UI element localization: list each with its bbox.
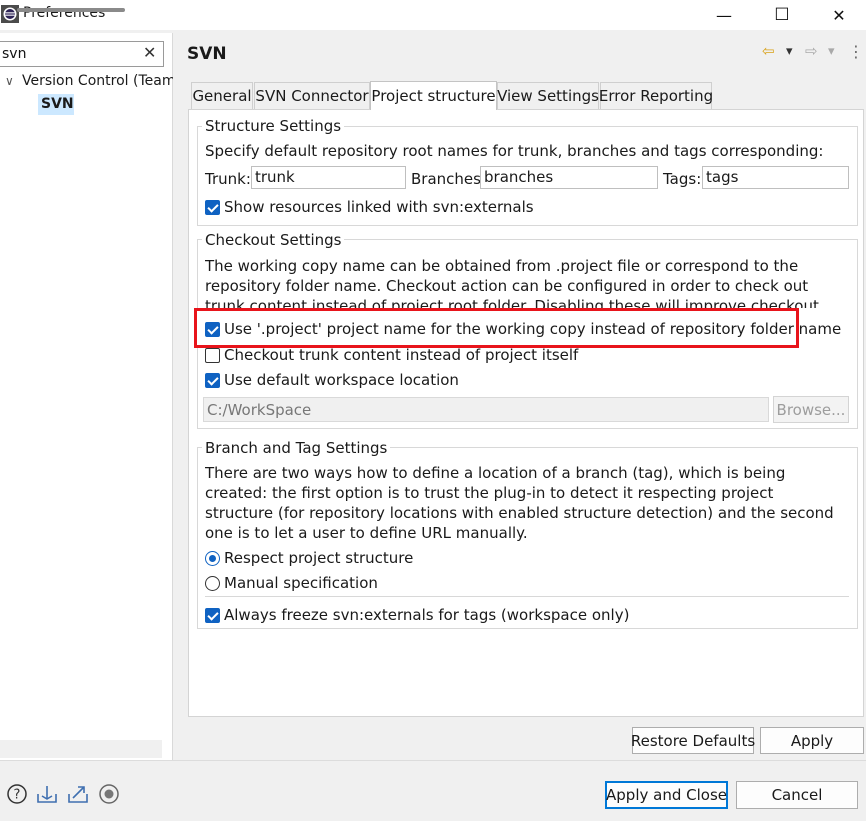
tab-general[interactable]: General [191,82,253,109]
trunk-label: Trunk: [205,170,251,188]
tab-error-reporting[interactable]: Error Reporting [599,82,713,109]
tab-svn-connector[interactable]: SVN Connector [254,82,370,109]
svg-text:?: ? [14,788,21,803]
left-horizontal-scrollbar[interactable] [0,740,162,758]
clear-filter-icon[interactable]: ✕ [143,43,156,62]
freeze-externals-label: Always freeze svn:externals for tags (wo… [224,606,630,624]
cancel-button[interactable]: Cancel [736,781,858,809]
tree-item-svn[interactable]: SVN [38,94,74,115]
back-arrow-icon[interactable]: ⇦ [762,42,775,60]
maximize-button[interactable]: ☐ [753,0,811,30]
checkout-trunk-checkbox[interactable] [205,348,220,363]
left-scrollbar-thumb[interactable] [17,8,125,12]
tags-input[interactable]: tags [702,166,849,189]
structure-description: Specify default repository root names fo… [205,142,824,160]
branch-tag-settings-title: Branch and Tag Settings [202,439,391,457]
restore-defaults-button[interactable]: Restore Defaults [631,727,755,754]
browse-button[interactable]: Browse... [773,396,849,423]
freeze-externals-checkbox[interactable] [205,608,220,623]
tree-expand-icon[interactable]: ∨ [5,74,14,88]
bottom-separator [0,760,866,761]
branches-label: Branches: [411,170,487,188]
filter-input[interactable] [0,43,138,65]
trunk-input[interactable]: trunk [251,166,406,189]
back-dropdown-icon[interactable]: ▾ [786,44,793,59]
apply-and-close-button[interactable]: Apply and Close [605,781,728,809]
forward-arrow-icon[interactable]: ⇨ [805,42,818,60]
tags-label: Tags: [663,170,702,188]
branches-input[interactable]: branches [480,166,658,189]
import-icon[interactable] [36,783,58,805]
view-menu-icon[interactable]: ⋮ [848,42,864,61]
use-project-name-checkbox[interactable] [205,322,220,337]
close-button[interactable]: ✕ [810,0,866,30]
respect-structure-radio[interactable] [205,551,220,566]
show-externals-checkbox[interactable] [205,200,220,215]
default-location-label: Use default workspace location [224,371,459,389]
use-project-name-label: Use '.project' project name for the work… [224,320,842,338]
checkout-description: The working copy name can be obtained fr… [205,257,819,308]
branch-tag-description: There are two ways how to define a locat… [205,464,834,542]
help-icon[interactable]: ? [6,783,28,805]
forward-dropdown-icon[interactable]: ▾ [828,44,835,59]
checkout-trunk-label: Checkout trunk content instead of projec… [224,346,579,364]
export-icon[interactable] [67,783,89,805]
tab-project-structure[interactable]: Project structure [370,81,497,110]
default-location-checkbox[interactable] [205,373,220,388]
show-externals-label: Show resources linked with svn:externals [224,198,534,216]
manual-specification-label: Manual specification [224,574,378,592]
tree-item-version-control[interactable]: Version Control (Team) [22,73,173,89]
apply-button[interactable]: Apply [760,727,864,754]
minimize-button[interactable]: — [695,0,753,30]
tab-view-settings[interactable]: View Settings [497,82,599,109]
checkout-settings-title: Checkout Settings [202,231,345,249]
record-icon[interactable] [98,783,120,805]
preferences-tree-pane [0,33,173,760]
respect-structure-label: Respect project structure [224,549,414,567]
workspace-location-input[interactable]: C:/WorkSpace [203,397,769,422]
branch-separator [205,596,849,597]
page-title: SVN [187,44,227,64]
structure-settings-title: Structure Settings [202,117,345,135]
eclipse-app-icon [1,5,19,23]
manual-specification-radio[interactable] [205,576,220,591]
filter-box: ✕ [0,41,164,67]
